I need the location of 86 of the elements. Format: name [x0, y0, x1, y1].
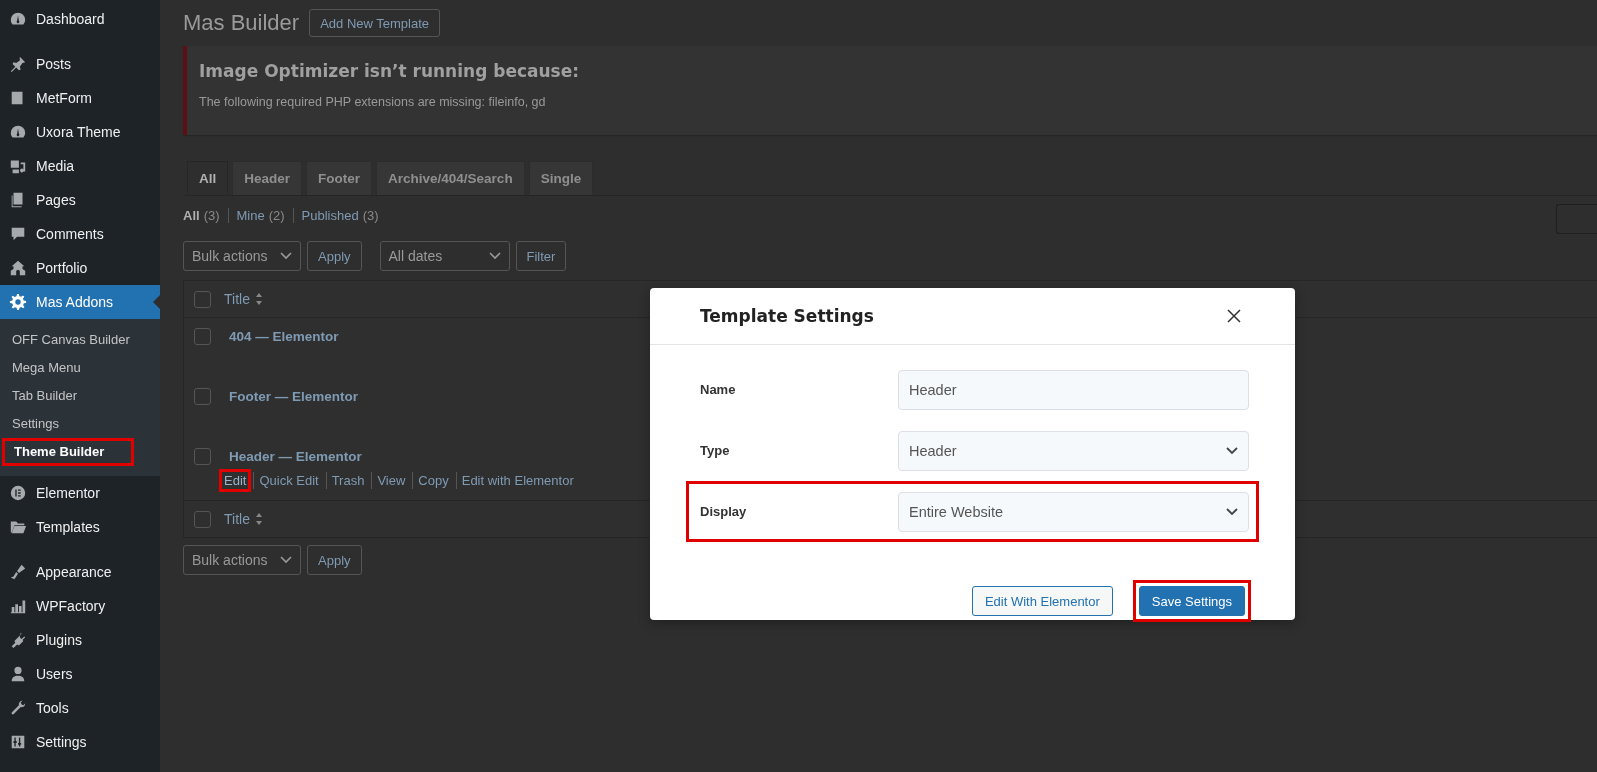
- chevron-down-icon: [280, 556, 292, 564]
- filter-count: (2): [268, 207, 285, 223]
- select-all-checkbox[interactable]: [194, 290, 211, 308]
- row-action-link[interactable]: Quick Edit: [253, 472, 321, 489]
- filter-button[interactable]: Filter: [515, 241, 567, 271]
- sidebar-item[interactable]: Plugins: [0, 623, 160, 657]
- row-checkbox[interactable]: [194, 388, 211, 405]
- plug-icon: [9, 631, 27, 649]
- add-new-template-button[interactable]: Add New Template: [309, 9, 441, 37]
- sidebar-item[interactable]: Templates: [0, 510, 160, 544]
- sidebar-item[interactable]: Elementor: [0, 476, 160, 510]
- submenu-item[interactable]: Theme Builder: [2, 438, 134, 466]
- page-title: Mas Builder: [183, 10, 300, 36]
- dialog-title: Template Settings: [700, 306, 874, 326]
- menu-pointer-icon: [153, 295, 160, 309]
- bulk-actions-dropdown[interactable]: Bulk actions: [183, 545, 301, 575]
- row-action-link[interactable]: Edit with Elementor: [455, 472, 576, 489]
- sidebar-item[interactable]: Portfolio: [0, 251, 160, 285]
- row-action-link[interactable]: Copy: [412, 472, 451, 489]
- chevron-down-icon: [280, 252, 292, 260]
- field-label: Name: [700, 382, 737, 397]
- close-icon[interactable]: [1227, 309, 1241, 323]
- sidebar-item[interactable]: MetForm: [0, 81, 160, 115]
- sidebar-item[interactable]: WPFactory: [0, 589, 160, 623]
- dates-dropdown[interactable]: All dates: [379, 241, 510, 271]
- user-icon: [9, 665, 27, 683]
- title-column-header[interactable]: Title: [224, 511, 250, 527]
- select-dropdown[interactable]: Entire Website: [898, 491, 1249, 532]
- tab[interactable]: Footer: [306, 161, 373, 195]
- chevron-down-icon: [1226, 507, 1238, 516]
- sidebar-item[interactable]: Media: [0, 149, 160, 183]
- tab[interactable]: Archive/404/Search: [376, 161, 525, 195]
- row-action-link[interactable]: Trash: [325, 472, 367, 489]
- bulk-actions-dropdown[interactable]: Bulk actions: [183, 241, 301, 271]
- submenu-item[interactable]: Tab Builder: [0, 382, 134, 410]
- sidebar-item[interactable]: Posts: [0, 47, 160, 81]
- houses-icon: [9, 259, 27, 277]
- tab[interactable]: All: [187, 161, 229, 195]
- notice-message: The following required PHP extensions are missing: fileinfo, gd: [199, 95, 547, 109]
- sidebar-item[interactable]: Dashboard: [0, 2, 160, 36]
- sliders-icon: [9, 733, 27, 751]
- field-label: Display: [700, 504, 748, 519]
- tab[interactable]: Header: [232, 161, 303, 195]
- sidebar-item[interactable]: Settings: [0, 725, 160, 759]
- apply-button[interactable]: Apply: [307, 545, 362, 575]
- elementor-icon: [9, 484, 27, 502]
- sidebar-item[interactable]: Pages: [0, 183, 160, 217]
- sidebar-item[interactable]: Users: [0, 657, 160, 691]
- select-all-checkbox[interactable]: [194, 510, 211, 528]
- template-title-link[interactable]: Header — Elementor: [229, 449, 576, 464]
- status-filter-link[interactable]: Mine: [227, 207, 265, 223]
- title-column-header[interactable]: Title: [224, 291, 250, 307]
- chevron-down-icon: [488, 252, 501, 260]
- row-checkbox[interactable]: [194, 448, 211, 465]
- filter-count: (3): [362, 207, 379, 223]
- tab[interactable]: Single: [528, 161, 594, 195]
- wrench-icon: [9, 699, 27, 717]
- sort-icon[interactable]: [254, 292, 263, 306]
- notice-title: Image Optimizer isn’t running because:: [199, 61, 581, 81]
- sidebar-item[interactable]: Mas Addons: [0, 285, 160, 319]
- status-filter-link[interactable]: All: [183, 207, 200, 223]
- pin-icon: [9, 55, 27, 73]
- template-title-link[interactable]: 404 — Elementor: [229, 329, 339, 344]
- gear-icon: [9, 293, 27, 311]
- sort-icon[interactable]: [254, 512, 263, 526]
- edit-with-elementor-button[interactable]: Edit With Elementor: [971, 586, 1113, 616]
- chevron-down-icon: [1226, 446, 1238, 455]
- sidebar-item[interactable]: Appearance: [0, 555, 160, 589]
- sidebar-item[interactable]: Comments: [0, 217, 160, 251]
- row-checkbox[interactable]: [194, 328, 211, 345]
- submenu-item[interactable]: Settings: [0, 410, 134, 438]
- apply-button[interactable]: Apply: [307, 241, 362, 271]
- brush-icon: [9, 563, 27, 581]
- save-button[interactable]: Save Settings: [1138, 586, 1245, 616]
- template-title-link[interactable]: Footer — Elementor: [229, 389, 358, 404]
- row-action-link[interactable]: View: [371, 472, 408, 489]
- select-dropdown[interactable]: Header: [898, 430, 1249, 471]
- row-action-link[interactable]: Edit: [222, 472, 249, 489]
- name-input-field[interactable]: Header: [898, 369, 1249, 410]
- sidebar-item[interactable]: Uxora Theme: [0, 115, 160, 149]
- status-filter-link[interactable]: Published: [292, 207, 359, 223]
- submenu-item[interactable]: OFF Canvas Builder: [0, 326, 134, 354]
- field-label: Type: [700, 443, 731, 458]
- filter-count: (3): [203, 207, 220, 223]
- sidebar-item[interactable]: Tools: [0, 691, 160, 725]
- submenu-item[interactable]: Mega Menu: [0, 354, 134, 382]
